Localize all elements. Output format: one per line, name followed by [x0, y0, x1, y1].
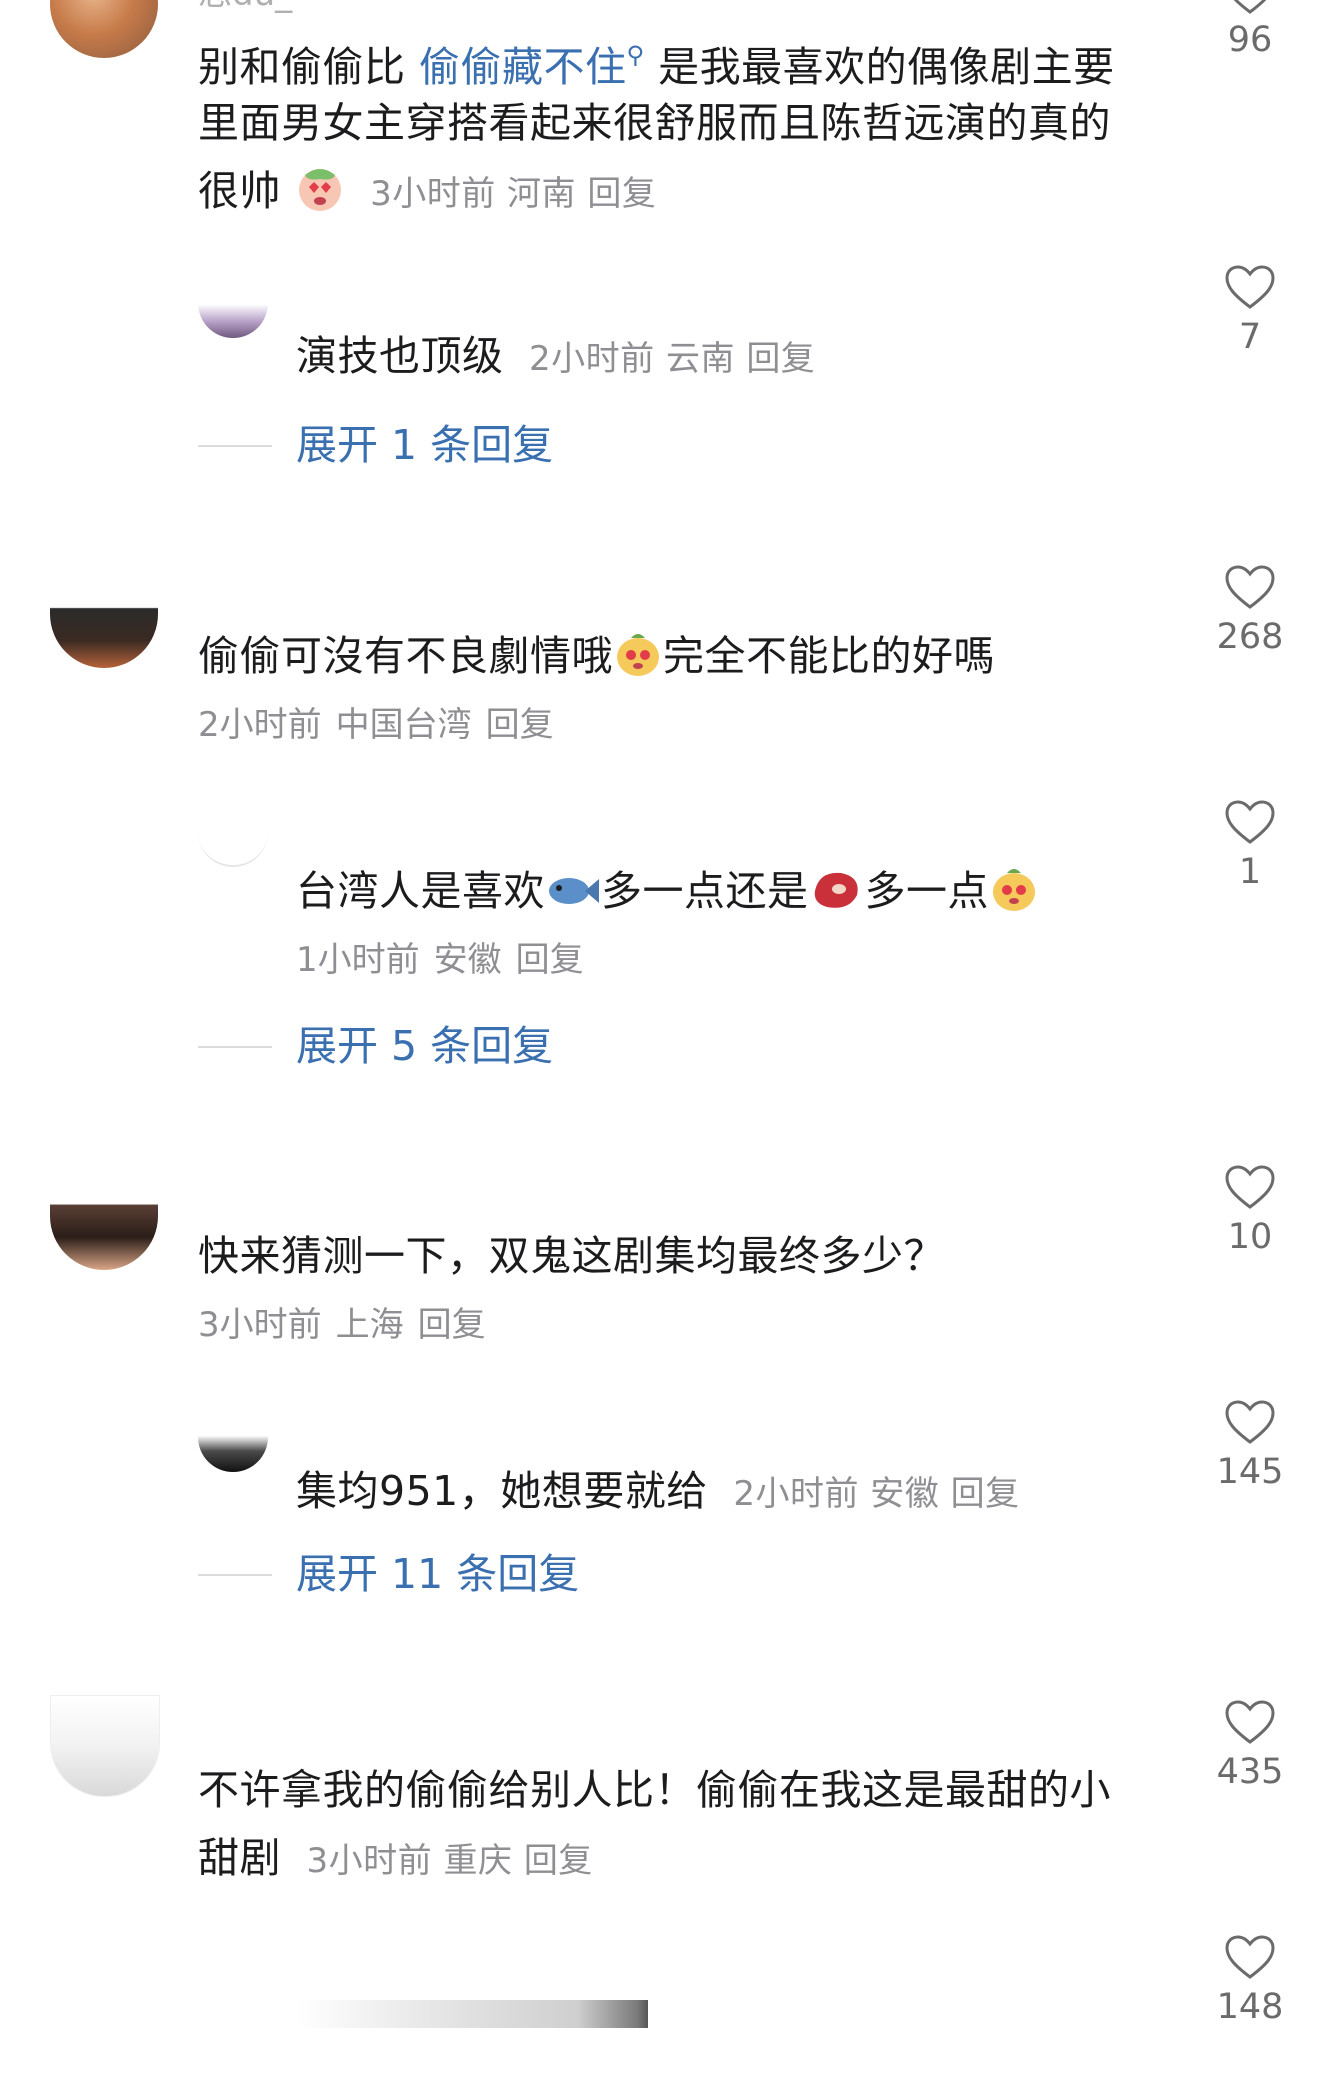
- avatar[interactable]: [198, 282, 268, 338]
- heart-outline-icon: [1233, 0, 1267, 14]
- like-count: 1: [1238, 852, 1262, 892]
- divider: [198, 1046, 272, 1048]
- like-count: 96: [1227, 20, 1273, 60]
- comment-text: 别和偷偷比 偷偷藏不住⚲ 是我最喜欢的偶像剧主要: [198, 41, 1115, 91]
- censored-bar: [296, 2000, 648, 2028]
- heart-outline-icon: [1225, 565, 1275, 609]
- avatar[interactable]: [198, 1420, 268, 1472]
- reply-button[interactable]: 回复: [516, 940, 584, 980]
- comment-time: 2小时前: [198, 705, 322, 745]
- comment-time: 1小时前: [296, 940, 420, 980]
- comment-text: 不许拿我的偷偷给别人比！偷偷在我这是最甜的小: [198, 1766, 1111, 1814]
- like-button[interactable]: 10: [1195, 1165, 1305, 1259]
- expand-replies-button[interactable]: 展开 11 条回复: [296, 1546, 579, 1602]
- reply-button[interactable]: 回复: [486, 705, 554, 745]
- like-button[interactable]: 145: [1195, 1400, 1305, 1494]
- comment-location: 云南: [666, 339, 735, 379]
- reply-button[interactable]: 回复: [951, 1474, 1020, 1514]
- reply-button[interactable]: 回复: [746, 339, 815, 379]
- reply-text: 集均951，她想要就给 2小时前 安徽 回复: [296, 1467, 1020, 1515]
- avatar[interactable]: [50, 1160, 158, 1270]
- like-button[interactable]: 268: [1195, 565, 1305, 659]
- comment-location: 安徽: [433, 940, 502, 980]
- like-count: 10: [1227, 1217, 1273, 1257]
- comment-text: 偷偷可沒有不良劇情哦 完全不能比的好嗎: [198, 623, 995, 697]
- comment-location: 中国台湾: [335, 705, 472, 745]
- heart-outline-icon: [1225, 1700, 1275, 1744]
- comment-location: 重庆: [443, 1841, 513, 1881]
- heart-outline-icon: [1225, 1935, 1275, 1979]
- avatar[interactable]: [50, 0, 158, 58]
- reply-button[interactable]: 回复: [418, 1305, 486, 1345]
- like-count: 268: [1216, 617, 1284, 657]
- comment-time: 3小时前: [198, 1305, 322, 1345]
- comment-time: 3小时前: [370, 174, 496, 214]
- like-button[interactable]: 1: [1195, 800, 1305, 894]
- fish-emoji-icon: [545, 866, 601, 932]
- comment-time: 2小时前: [529, 339, 655, 379]
- like-count: 145: [1216, 1452, 1284, 1492]
- username[interactable]: 思du_: [198, 0, 292, 15]
- hashtag-link[interactable]: 偷偷藏不住: [419, 43, 627, 91]
- comment-location: 安徽: [870, 1474, 940, 1514]
- reply-text: 演技也顶级 2小时前 云南 回复: [296, 332, 816, 380]
- like-count: 148: [1216, 1987, 1284, 2027]
- like-button[interactable]: 96: [1195, 0, 1305, 62]
- divider: [198, 1574, 272, 1576]
- heart-eyes-emoji-icon: [295, 163, 345, 232]
- avatar[interactable]: [50, 558, 158, 668]
- reply-text: 台湾人是喜欢 多一点还是 多一点: [296, 858, 1039, 932]
- like-count: 7: [1238, 317, 1262, 357]
- reply-button[interactable]: 回复: [587, 174, 656, 214]
- comment-text: 甜剧 3小时前 重庆 回复: [198, 1834, 593, 1882]
- reply-button[interactable]: 回复: [524, 1841, 593, 1881]
- avatar[interactable]: [50, 1695, 160, 1797]
- comment-time: 2小时前: [733, 1474, 859, 1514]
- search-icon[interactable]: ⚲: [627, 41, 645, 69]
- comment-location: 上海: [335, 1305, 404, 1345]
- comment-time: 3小时前: [306, 1841, 433, 1881]
- comment-text: 里面男女主穿搭看起来很舒服而且陈哲远演的真的: [198, 99, 1111, 147]
- like-button[interactable]: 435: [1195, 1700, 1305, 1794]
- expand-replies-button[interactable]: 展开 5 条回复: [296, 1018, 553, 1074]
- heart-outline-icon: [1225, 1165, 1275, 1209]
- like-button[interactable]: 148: [1195, 1935, 1305, 2029]
- avatar[interactable]: [198, 820, 268, 867]
- expand-replies-button[interactable]: 展开 1 条回复: [296, 417, 553, 473]
- heart-outline-icon: [1225, 265, 1275, 309]
- comment-text: 快来猜测一下，双鬼这剧集均最终多少？: [198, 1232, 945, 1280]
- heart-outline-icon: [1225, 800, 1275, 844]
- comment-location: 河南: [507, 174, 577, 214]
- steak-emoji-icon: [809, 865, 865, 932]
- like-button[interactable]: 7: [1195, 265, 1305, 359]
- comment-text: 很帅 3小时前 河南 回复: [198, 158, 656, 232]
- mango-emoji-icon: [989, 863, 1039, 932]
- mango-emoji-icon: [613, 628, 663, 697]
- divider: [198, 445, 272, 447]
- like-count: 435: [1216, 1752, 1284, 1792]
- heart-outline-icon: [1225, 1400, 1275, 1444]
